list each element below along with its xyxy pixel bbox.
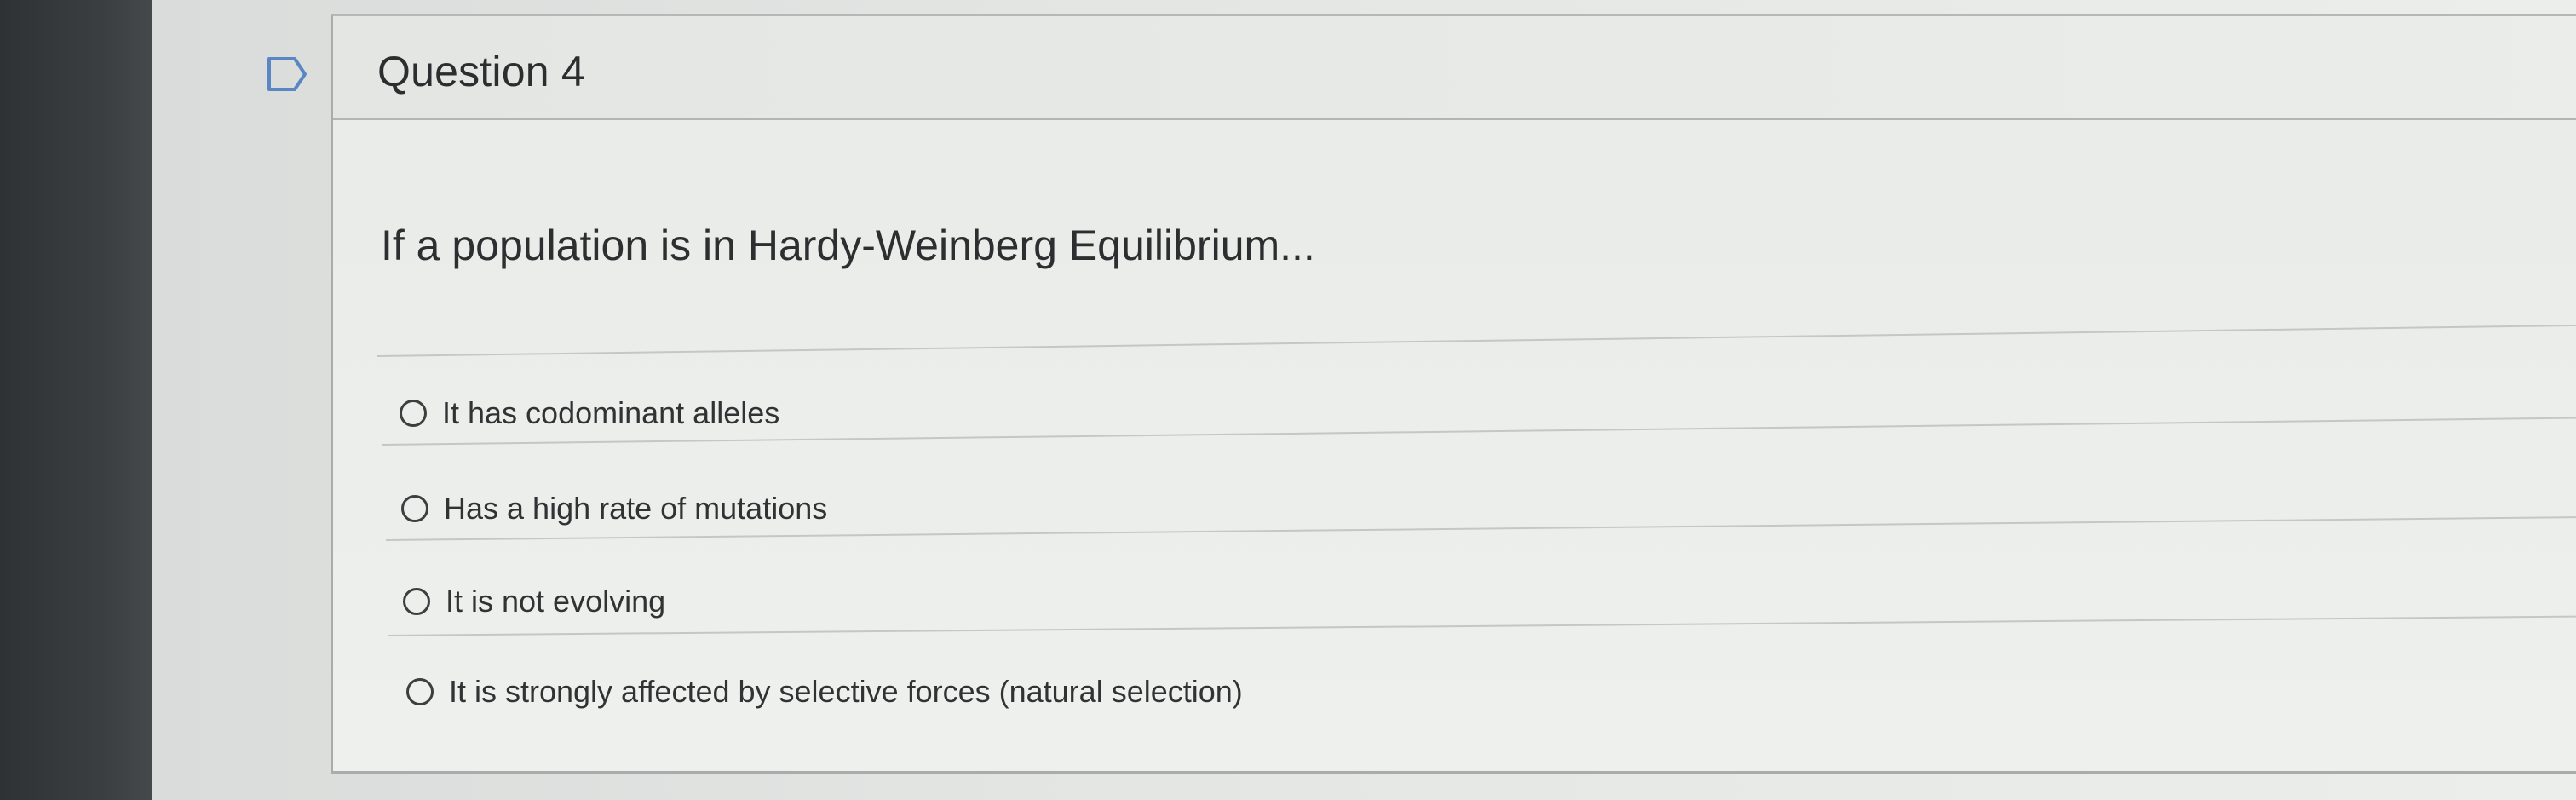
screen-bezel (0, 0, 152, 800)
question-title: Question 4 (377, 48, 585, 95)
radio-button[interactable] (400, 400, 427, 427)
radio-button[interactable] (403, 588, 430, 615)
radio-button[interactable] (406, 678, 434, 705)
answer-option[interactable]: Has a high rate of mutations (401, 491, 827, 527)
question-prompt: If a population is in Hardy-Weinberg Equ… (381, 222, 1315, 269)
question-card: Question 4 If a population is in Hardy-W… (331, 14, 2576, 774)
answer-label: It is not evolving (446, 584, 666, 619)
question-header: Question 4 (333, 16, 2576, 120)
answer-label: Has a high rate of mutations (444, 491, 828, 526)
answer-option[interactable]: It has codominant alleles (400, 395, 779, 431)
flag-question-icon[interactable] (266, 53, 308, 95)
answer-label: It has codominant alleles (442, 395, 780, 430)
answer-option[interactable]: It is not evolving (403, 584, 665, 619)
answer-label: It is strongly affected by selective for… (449, 674, 1243, 709)
radio-button[interactable] (401, 495, 428, 522)
divider (387, 615, 2576, 636)
answer-option[interactable]: It is strongly affected by selective for… (406, 674, 1243, 710)
divider (377, 324, 2576, 357)
